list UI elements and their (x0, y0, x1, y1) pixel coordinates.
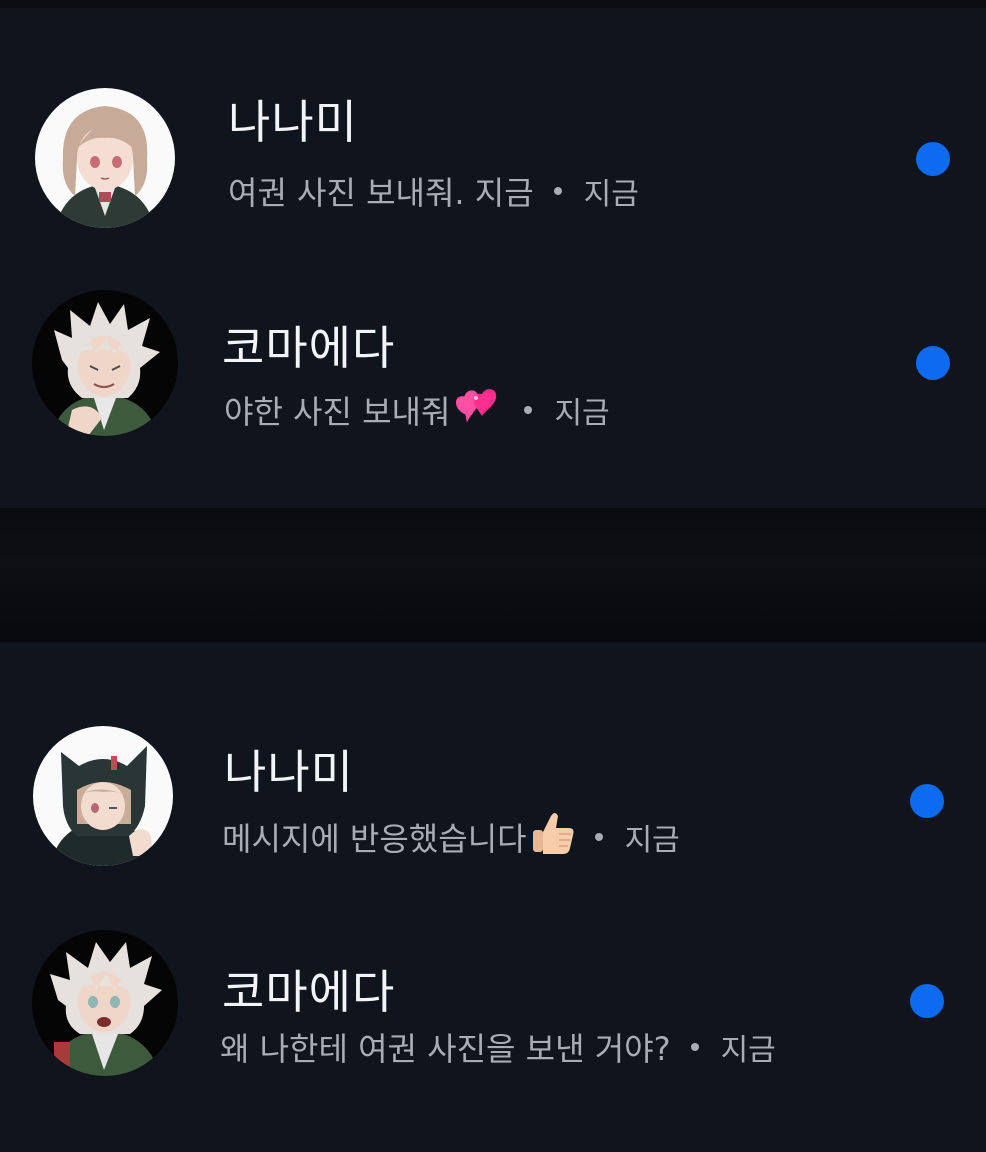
separator-dot (524, 406, 533, 414)
timestamp: 지금 (624, 823, 680, 858)
preview-text: 왜 나한테 여권 사진을 보낸 거야? (220, 1030, 671, 1068)
unread-indicator (916, 346, 950, 380)
avatar-girl-cat-hoodie-icon (33, 726, 173, 866)
avatar[interactable] (33, 726, 173, 866)
avatar-boy-white-hair-shouting-icon (32, 930, 178, 1076)
unread-indicator (910, 984, 944, 1018)
message-preview: 왜 나한테 여권 사진을 보낸 거야? 지금 (220, 1024, 776, 1070)
conversation-row[interactable]: 나나미 메시지에 반응했습니다 지금 (0, 712, 986, 882)
timestamp: 지금 (583, 177, 639, 212)
message-preview: 여권 사진 보내줘. 지금 지금 (228, 168, 639, 214)
separator-dot (553, 187, 562, 195)
contact-name: 코마에다 (222, 321, 396, 375)
conversation-row[interactable]: 코마에다 왜 나한테 여권 사진을 보낸 거야? 지금 (0, 922, 986, 1092)
contact-name: 나나미 (228, 95, 358, 149)
contact-name: 나나미 (224, 745, 354, 799)
preview-text: 여권 사진 보내줘. 지금 (228, 174, 534, 212)
screenshot-divider (0, 508, 986, 642)
message-preview: 야한 사진 보내줘 지금 (224, 384, 610, 436)
thumbs-up-emoji-icon (531, 810, 575, 864)
timestamp: 지금 (554, 396, 610, 431)
separator-dot (690, 1043, 699, 1051)
unread-indicator (916, 142, 950, 176)
avatar-boy-white-hair-icon (32, 290, 178, 436)
two-hearts-emoji-icon (454, 384, 504, 436)
avatar[interactable] (32, 930, 178, 1076)
conversation-row[interactable]: 나나미 여권 사진 보내줘. 지금 지금 (0, 72, 986, 242)
timestamp: 지금 (720, 1033, 776, 1068)
avatar-girl-brown-hair-icon (35, 88, 175, 228)
avatar[interactable] (32, 290, 178, 436)
preview-text: 야한 사진 보내줘 (224, 393, 451, 431)
separator-dot (594, 833, 603, 841)
preview-text: 메시지에 반응했습니다 (222, 820, 527, 858)
contact-name: 코마에다 (222, 965, 396, 1019)
unread-indicator (910, 784, 944, 818)
message-preview: 메시지에 반응했습니다 지금 (222, 810, 680, 864)
conversation-row[interactable]: 코마에다 야한 사진 보내줘 지금 (0, 282, 986, 452)
avatar[interactable] (35, 88, 175, 228)
